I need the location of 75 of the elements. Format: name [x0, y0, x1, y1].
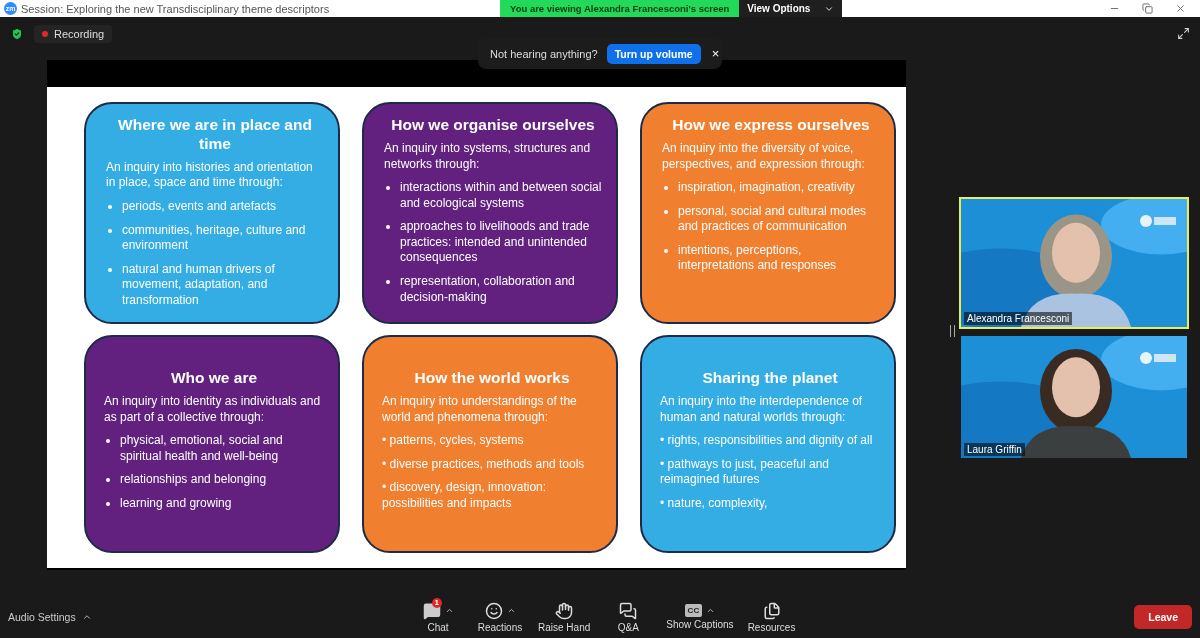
bullet-item: relationships and belonging: [120, 472, 267, 488]
caret-icon: [81, 612, 92, 622]
bullet-icon: [664, 248, 668, 253]
expand-icon[interactable]: [1177, 27, 1190, 40]
chat-bubbles-icon: [619, 601, 638, 620]
shield-icon[interactable]: [10, 26, 24, 41]
toolbar-button[interactable]: Resources: [743, 601, 800, 633]
hand-icon: [555, 601, 574, 620]
card-title: How we organise ourselves: [390, 116, 596, 135]
card-intro: An inquiry into understandings of the world and phenomena through:: [382, 393, 578, 426]
bullet-item: • pathways to just, peaceful and reimagined futures: [660, 456, 830, 488]
toolbar-button[interactable]: Reactions: [472, 601, 528, 633]
close-icon[interactable]: [1175, 3, 1186, 14]
bullet-item: representation, collaboration and decision-making: [400, 274, 576, 306]
card-intro: An inquiry into the diversity of voice, perspectives, and expression through:: [662, 140, 866, 173]
bullet-icon: [664, 186, 668, 191]
audio-settings-button[interactable]: Audio Settings: [8, 611, 92, 623]
bullet-icon: [386, 225, 390, 230]
toolbar-button[interactable]: Q&A: [600, 601, 657, 633]
bullet-item: natural and human drivers of movement, adaptation, and transformation: [122, 261, 276, 309]
leave-button[interactable]: Leave: [1134, 605, 1192, 629]
bullet-icon: [664, 209, 668, 214]
bullet-icon: [386, 280, 390, 285]
smiley-icon: [484, 601, 503, 620]
bullet-item: inspiration, imagination, creativity: [678, 180, 855, 196]
bullet-item: • diverse practices, methods and tools: [382, 456, 585, 473]
bullet-item: learning and growing: [120, 495, 232, 512]
bullet-item: • patterns, cycles, systems: [382, 433, 524, 449]
bullet-item: physical, emotional, social and spiritual health and well-being: [120, 433, 284, 465]
resize-handle[interactable]: [950, 325, 955, 337]
restore-icon[interactable]: [1142, 3, 1153, 14]
bullet-item: approaches to livelihoods and trade practices: intended and unintended consequences: [400, 219, 591, 267]
view-options-button[interactable]: View Options: [739, 0, 843, 17]
bullet-icon: [106, 439, 110, 444]
participant-name: Laura Griffin: [964, 443, 1025, 456]
share-banner: You are viewing Alexandra Francesconi's screen: [500, 0, 740, 17]
bullet-item: interactions within and between social and ecological systems: [400, 180, 602, 212]
card-title: Sharing the planet: [701, 369, 839, 388]
window-title: Session: Exploring the new Transdisciplinary theme descriptors: [21, 2, 330, 15]
toolbar-button[interactable]: Raise Hand: [534, 601, 595, 633]
toolbar-button[interactable]: CC Show Captions: [662, 604, 738, 630]
captions-icon: CC: [684, 604, 703, 617]
bullet-icon: [106, 478, 110, 483]
participant-name: Alexandra Francesconi: [964, 312, 1073, 325]
card-intro: An inquiry into systems, structures and networks through:: [384, 140, 592, 173]
recording-indicator[interactable]: Recording: [34, 24, 113, 43]
card-title: Where we are in place and time: [117, 116, 313, 154]
video-tile[interactable]: Alexandra Francesconi: [959, 197, 1189, 329]
bullet-item: periods, events and artefacts: [122, 199, 277, 215]
caret-icon[interactable]: [444, 606, 454, 615]
turn-up-volume-button[interactable]: Turn up volume: [606, 43, 701, 64]
close-button[interactable]: ×: [709, 46, 722, 61]
card-intro: An inquiry into identity as individuals and as part of a collective through:: [104, 393, 322, 426]
caret-icon[interactable]: [506, 606, 516, 615]
video-tile[interactable]: Laura Griffin: [959, 334, 1189, 460]
files-icon: [762, 601, 781, 620]
card-title: How the world works: [413, 369, 571, 388]
bullet-icon: [108, 205, 112, 209]
bullet-icon: [386, 186, 390, 191]
notification-badge: 1: [431, 597, 442, 608]
bullet-item: personal, social and cultural modes and practices of communication: [678, 203, 868, 235]
notice-text: Not hearing anything?: [490, 47, 598, 60]
caret-icon[interactable]: [706, 606, 716, 615]
bullet-item: intentions, perceptions, interpretations and responses: [678, 242, 838, 275]
bullet-item: • nature, complexity,: [660, 495, 768, 512]
card-intro: An inquiry into histories and orientation in place, space and time through:: [106, 159, 314, 191]
bullet-item: • discovery, design, innovation: possibilities and impacts: [382, 480, 548, 512]
bullet-item: communities, heritage, culture and environment: [122, 222, 307, 254]
bullet-icon: [108, 228, 112, 233]
card-title: Who we are: [169, 369, 259, 388]
bullet-item: • rights, responsibilities and dignity of all: [660, 433, 873, 449]
bullet-icon: [106, 501, 110, 506]
card-title: How we express ourselves: [671, 116, 871, 135]
bullet-icon: [108, 267, 112, 272]
card-intro: An inquiry into the interdependence of human and natural worlds through:: [660, 393, 864, 426]
